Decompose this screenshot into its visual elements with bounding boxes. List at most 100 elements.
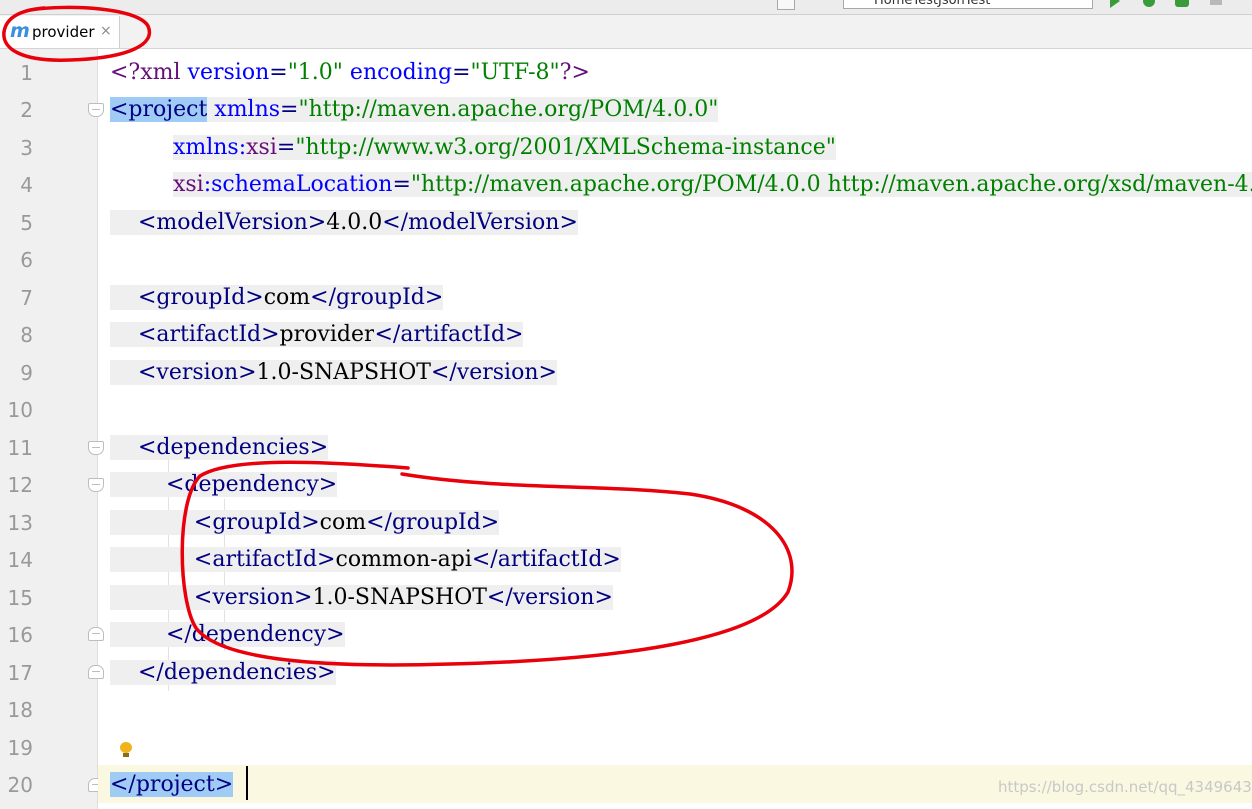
- line-number: 17: [7, 661, 33, 685]
- code-line: <artifactId>provider</artifactId>: [110, 318, 524, 352]
- code-token: :schemaLocation: [203, 172, 393, 197]
- run-configuration-selector[interactable]: HomeTestJsonTest: [843, 0, 1093, 9]
- code-line: <modelVersion>4.0.0</modelVersion>: [110, 206, 578, 240]
- code-token: "1.0": [287, 60, 343, 85]
- code-token: 1.0-SNAPSHOT: [312, 585, 487, 610]
- code-line: <version>1.0-SNAPSHOT</version>: [110, 356, 557, 390]
- code-line: <dependency>: [110, 468, 338, 502]
- code-token: <artifactId>: [110, 547, 336, 572]
- maven-m-icon: m: [10, 20, 30, 42]
- code-line: xmlns:xsi="http://www.w3.org/2001/XMLSch…: [110, 131, 836, 165]
- line-number: 6: [20, 248, 33, 272]
- code-token: common-api: [335, 547, 472, 572]
- line-number: 10: [7, 398, 33, 422]
- code-token: <?xml: [110, 60, 188, 85]
- code-editor[interactable]: <?xml version="1.0" encoding="UTF-8"?> <p…: [98, 49, 1252, 809]
- lightbulb-icon[interactable]: [120, 742, 132, 757]
- code-token: </artifactId>: [374, 322, 524, 347]
- code-token: encoding: [349, 60, 453, 85]
- coverage-icon[interactable]: [1175, 0, 1189, 7]
- text-caret: [246, 766, 248, 800]
- code-token: provider: [279, 322, 375, 347]
- code-token: </modelVersion>: [382, 210, 578, 235]
- code-token: =: [269, 60, 288, 85]
- code-token: =: [280, 97, 299, 122]
- line-number: 18: [7, 698, 33, 722]
- line-number: 14: [7, 548, 33, 572]
- code-token: </project>: [110, 772, 234, 797]
- tab-label: provider: [32, 23, 95, 41]
- code-token: "http://maven.apache.org/POM/4.0.0 http:…: [410, 172, 1252, 197]
- code-token: <dependencies>: [110, 435, 329, 460]
- watermark: https://blog.csdn.net/qq_43496435: [998, 778, 1252, 796]
- code-token: <project: [110, 97, 208, 122]
- code-token: <groupId>: [110, 285, 264, 310]
- line-number: 9: [20, 361, 33, 385]
- line-number: 16: [7, 623, 33, 647]
- code-token: 1.0-SNAPSHOT: [256, 360, 431, 385]
- code-line: <groupId>com</groupId>: [110, 281, 444, 315]
- main-toolbar: HomeTestJsonTest: [0, 0, 1252, 15]
- code-token: <version>: [110, 585, 313, 610]
- code-token: "http://maven.apache.org/POM/4.0.0": [298, 97, 719, 122]
- code-token: xsi: [246, 135, 277, 160]
- code-token: xsi: [172, 172, 204, 197]
- code-token: <modelVersion>: [110, 210, 327, 235]
- close-icon[interactable]: ×: [100, 23, 112, 39]
- debug-icon[interactable]: [1143, 0, 1155, 7]
- code-line: <?xml version="1.0" encoding="UTF-8"?>: [110, 56, 590, 90]
- structure-icon[interactable]: [777, 0, 795, 10]
- code-token: <groupId>: [110, 510, 320, 535]
- line-number: 5: [20, 211, 33, 235]
- code-token: <dependency>: [110, 472, 338, 497]
- code-token: ?>: [559, 60, 590, 85]
- code-token: xmlns:: [172, 135, 247, 160]
- line-number: 4: [20, 173, 33, 197]
- stop-icon[interactable]: [1210, 0, 1222, 5]
- code-token: version: [187, 60, 270, 85]
- line-number: 7: [20, 286, 33, 310]
- code-token: 4.0.0: [326, 210, 383, 235]
- code-token: </dependencies>: [110, 660, 336, 685]
- line-number: 19: [7, 736, 33, 760]
- code-token: =: [392, 172, 411, 197]
- line-number: 3: [20, 136, 33, 160]
- code-line: </dependencies>: [110, 656, 336, 690]
- code-token: com: [319, 510, 367, 535]
- code-line: <artifactId>common-api</artifactId>: [110, 543, 621, 577]
- line-number: 1: [20, 61, 33, 85]
- line-number: 12: [7, 473, 33, 497]
- line-number: 15: [7, 586, 33, 610]
- line-number: 2: [20, 98, 33, 122]
- code-token: =: [276, 135, 296, 160]
- code-line: <dependencies>: [110, 431, 329, 465]
- code-token: <version>: [110, 360, 257, 385]
- code-token: "http://www.w3.org/2001/XMLSchema-instan…: [295, 135, 836, 160]
- code-token: </artifactId>: [471, 547, 621, 572]
- code-token: </groupId>: [310, 285, 444, 310]
- code-line: </dependency>: [110, 618, 345, 652]
- code-line: </project>: [110, 768, 234, 802]
- code-token: </version>: [486, 585, 613, 610]
- tab-bar: HomeTestJsonTest m provider ×: [0, 0, 1252, 49]
- code-token: com: [263, 285, 311, 310]
- code-line: <groupId>com</groupId>: [110, 506, 500, 540]
- code-token: =: [452, 60, 471, 85]
- code-line: <project xmlns="http://maven.apache.org/…: [110, 93, 719, 127]
- code-token: <artifactId>: [110, 322, 280, 347]
- code-token: </dependency>: [110, 622, 345, 647]
- line-number: 20: [7, 773, 33, 797]
- code-line: xsi:schemaLocation="http://maven.apache.…: [110, 168, 1252, 202]
- line-number: 13: [7, 511, 33, 535]
- code-token: "UTF-8": [470, 60, 560, 85]
- code-token: </version>: [430, 360, 557, 385]
- line-number: 11: [7, 436, 33, 460]
- code-line: <version>1.0-SNAPSHOT</version>: [110, 581, 613, 615]
- editor-tab-provider[interactable]: m provider ×: [0, 16, 120, 48]
- line-number: 8: [20, 323, 33, 347]
- run-icon[interactable]: [1110, 0, 1120, 8]
- code-token: xmlns: [214, 97, 281, 122]
